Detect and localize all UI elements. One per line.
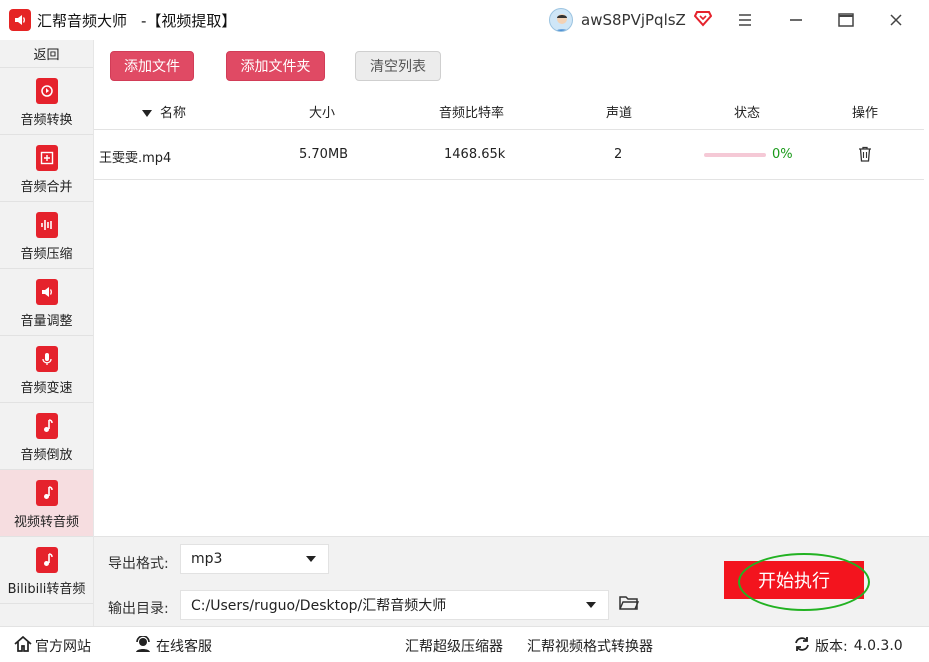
title-bar: 汇帮音频大师 -【视频提取】 awS8PVjPqlsZ (0, 0, 929, 40)
audio-compress-icon (35, 212, 58, 238)
minimize-icon[interactable] (784, 8, 808, 32)
avatar[interactable] (549, 8, 573, 32)
output-dir-label: 输出目录: (108, 601, 169, 617)
start-button[interactable]: 开始执行 (724, 561, 864, 599)
file-channels: 2 (614, 147, 623, 162)
sidebar-item-audio-reverse[interactable]: 音频倒放 (0, 403, 93, 470)
compressor-link[interactable]: 汇帮超级压缩器 (405, 636, 503, 656)
user-account[interactable]: awS8PVjPqlsZ (549, 7, 713, 33)
speaker-logo-icon (9, 9, 31, 31)
column-header-size: 大小 (309, 106, 336, 121)
add-file-button[interactable]: 添加文件 (110, 51, 194, 81)
format-value: mp3 (191, 551, 223, 567)
output-dir-select[interactable]: C:/Users/ruguo/Desktop/汇帮音频大师 (180, 590, 609, 620)
refresh-icon[interactable] (794, 636, 810, 656)
sidebar-item-label: 音频变速 (20, 381, 73, 396)
version-label: 版本: (815, 639, 848, 655)
mode-title: -【视频提取】 (141, 11, 237, 30)
sidebar: 返回 音频转换 音频合并 音频压缩 音量调整 音频变速 音频倒放 视频转音频 B… (0, 40, 94, 626)
sidebar-item-audio-convert[interactable]: 音频转换 (0, 68, 93, 135)
column-header-bitrate: 音频比特率 (439, 106, 505, 121)
sidebar-item-audio-merge[interactable]: 音频合并 (0, 135, 93, 202)
file-name: 王雯雯.mp4 (99, 151, 172, 166)
file-table-header: 名称 大小 音频比特率 声道 状态 操作 (94, 90, 924, 130)
sidebar-item-video-to-audio[interactable]: 视频转音频 (0, 470, 93, 537)
version-value: 4.0.3.0 (853, 638, 903, 654)
progress-text: 0% (772, 147, 793, 162)
add-folder-button[interactable]: 添加文件夹 (226, 51, 325, 81)
sidebar-item-label: Bilibili转音频 (7, 582, 86, 597)
format-label: 导出格式: (108, 556, 169, 572)
format-select[interactable]: mp3 (180, 544, 329, 574)
sidebar-item-label: 音频压缩 (20, 247, 73, 262)
sidebar-item-volume-adjust[interactable]: 音量调整 (0, 269, 93, 336)
file-bitrate: 1468.65k (444, 147, 506, 162)
website-link[interactable]: 官方网站 (14, 635, 91, 656)
website-label: 官方网站 (35, 639, 91, 655)
sidebar-item-label: 音量调整 (20, 314, 73, 329)
footer: 官方网站 在线客服 汇帮超级压缩器 汇帮视频格式转换器 版本: 4.0.3.0 (0, 626, 929, 662)
sort-desc-icon[interactable] (142, 106, 152, 121)
close-icon[interactable] (884, 8, 908, 32)
support-label: 在线客服 (156, 639, 212, 655)
table-row[interactable]: 王雯雯.mp4 5.70MB 1468.65k 2 0% (94, 130, 924, 180)
clear-list-button[interactable]: 清空列表 (355, 51, 441, 81)
username: awS8PVjPqlsZ (581, 11, 686, 29)
vip-diamond-icon[interactable] (693, 9, 713, 31)
progress-bar (704, 153, 766, 157)
audio-convert-icon (35, 78, 58, 104)
file-size: 5.70MB (299, 147, 349, 162)
home-icon (14, 635, 32, 656)
sidebar-item-audio-compress[interactable]: 音频压缩 (0, 202, 93, 269)
sidebar-item-audio-speed[interactable]: 音频变速 (0, 336, 93, 403)
audio-reverse-icon (35, 413, 58, 439)
sidebar-item-label: 音频转换 (20, 113, 73, 128)
volume-adjust-icon (35, 279, 58, 305)
sidebar-item-label: 音频倒放 (20, 448, 73, 463)
trash-icon[interactable] (858, 146, 872, 166)
folder-open-icon[interactable] (619, 595, 640, 615)
output-dir-value: C:/Users/ruguo/Desktop/汇帮音频大师 (191, 598, 447, 614)
back-button[interactable]: 返回 (0, 40, 93, 68)
sidebar-item-bilibili-to-audio[interactable]: Bilibili转音频 (0, 537, 93, 604)
maximize-icon[interactable] (834, 8, 858, 32)
sidebar-item-label: 视频转音频 (13, 515, 79, 530)
audio-speed-icon (35, 346, 58, 372)
chevron-down-icon (306, 556, 316, 562)
video-to-audio-icon (35, 480, 58, 506)
chevron-down-icon (586, 602, 596, 608)
support-link[interactable]: 在线客服 (134, 635, 212, 656)
video-converter-link[interactable]: 汇帮视频格式转换器 (527, 636, 653, 656)
column-header-status: 状态 (734, 106, 761, 121)
bilibili-to-audio-icon (35, 547, 58, 573)
headset-icon (134, 635, 152, 656)
audio-merge-icon (35, 145, 58, 171)
version-info: 版本: 4.0.3.0 (794, 636, 903, 656)
column-header-actions: 操作 (852, 106, 879, 121)
sidebar-item-label: 音频合并 (20, 180, 73, 195)
app-title: 汇帮音频大师 (37, 11, 128, 30)
column-header-channels: 声道 (606, 106, 633, 121)
menu-icon[interactable] (733, 8, 757, 32)
column-header-name[interactable]: 名称 (160, 102, 186, 121)
